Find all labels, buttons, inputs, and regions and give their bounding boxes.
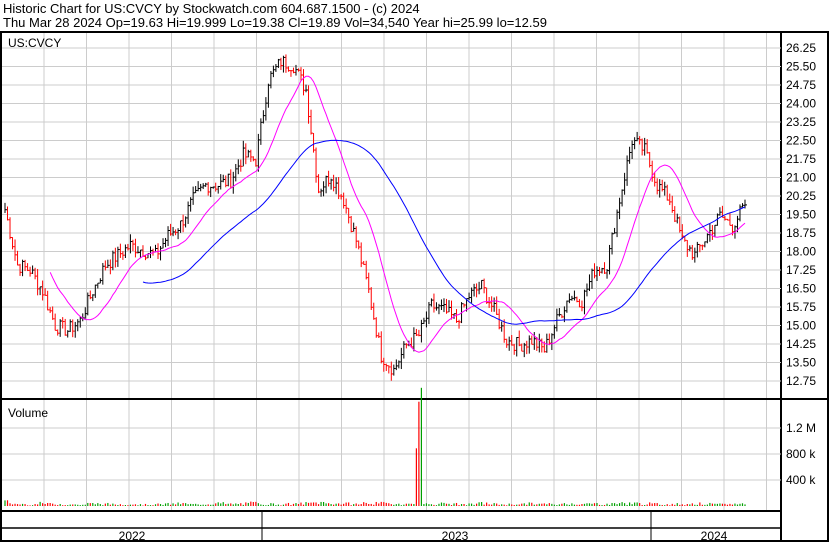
price-tick-label: 23.25 <box>786 115 816 129</box>
price-tick-label: 25.50 <box>786 60 816 74</box>
price-tick-label: 16.50 <box>786 282 816 296</box>
ma-long-line <box>142 139 746 325</box>
price-tick-label: 24.75 <box>786 78 816 92</box>
price-tick-label: 13.50 <box>786 356 816 370</box>
price-tick-label: 15.75 <box>786 300 816 314</box>
volume-tick-label: 400 k <box>786 473 816 487</box>
price-tick-label: 22.50 <box>786 134 816 148</box>
symbol-label: US:CVCY <box>8 36 61 50</box>
price-chart: 26.25 25.50 24.75 24.00 23.25 22.50 21.75 21.00… <box>0 31 829 543</box>
price-tick-label: 19.50 <box>786 208 816 222</box>
price-tick-label: 17.25 <box>786 263 816 277</box>
chart-window: Historic Chart for US:CVCY by Stockwatch… <box>0 0 830 543</box>
price-tick-label: 24.00 <box>786 97 816 111</box>
price-tick-label: 18.75 <box>786 226 816 240</box>
price-tick-label: 20.25 <box>786 189 816 203</box>
year-label: 2023 <box>442 529 469 543</box>
price-tick-label: 26.25 <box>786 41 816 55</box>
price-tick-label: 21.75 <box>786 152 816 166</box>
volume-tick-label: 800 k <box>786 447 816 461</box>
price-tick-label: 14.25 <box>786 337 816 351</box>
chart-frame <box>0 31 829 542</box>
price-tick-label: 21.00 <box>786 171 816 185</box>
volume-label: Volume <box>8 406 48 420</box>
year-label: 2024 <box>701 529 728 543</box>
price-tick-label: 18.00 <box>786 245 816 259</box>
volume-tick-label: 1.2 M <box>786 421 816 435</box>
price-tick-label: 12.75 <box>786 374 816 388</box>
year-label: 2022 <box>119 529 146 543</box>
price-tick-label: 15.00 <box>786 319 816 333</box>
